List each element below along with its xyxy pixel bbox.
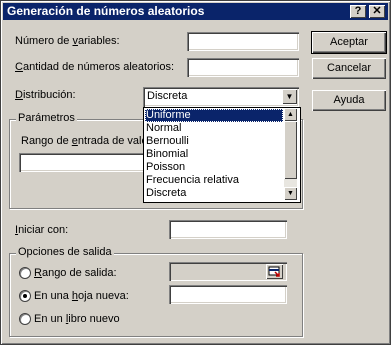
cancel-button[interactable]: Cancelar bbox=[312, 58, 386, 79]
option-poisson[interactable]: Poisson bbox=[145, 161, 185, 174]
scroll-thumb[interactable] bbox=[284, 121, 297, 179]
salida-legend: Opciones de salida bbox=[16, 246, 114, 258]
help-action-button[interactable]: Ayuda bbox=[312, 90, 386, 111]
rango-salida-label: Rango de salida: bbox=[34, 267, 117, 279]
cantidad-input[interactable] bbox=[187, 58, 299, 77]
libro-nuevo-radio[interactable] bbox=[19, 313, 31, 325]
option-discreta[interactable]: Discreta bbox=[145, 187, 186, 200]
num-variables-input[interactable] bbox=[187, 32, 299, 51]
iniciar-input[interactable] bbox=[169, 220, 287, 239]
title-bar[interactable]: Generación de números aleatorios ? ✕ bbox=[3, 3, 388, 20]
help-button[interactable]: ? bbox=[350, 5, 366, 18]
distribucion-label: Distribución: bbox=[15, 89, 76, 101]
radio-selected-dot bbox=[23, 294, 27, 298]
rango-entrada-label: Rango de entrada de valo bbox=[21, 135, 148, 147]
parametros-legend: Parámetros bbox=[16, 112, 77, 124]
rango-entrada-input[interactable] bbox=[19, 153, 145, 172]
accept-button[interactable]: Aceptar bbox=[311, 31, 387, 54]
option-bernoulli[interactable]: Bernoulli bbox=[145, 135, 189, 148]
option-uniforme[interactable]: Uniforme bbox=[145, 109, 283, 122]
dialog-title: Generación de números aleatorios bbox=[7, 4, 205, 18]
chevron-down-icon[interactable]: ▼ bbox=[282, 89, 297, 104]
rango-salida-radio[interactable] bbox=[19, 267, 31, 279]
distribucion-listbox[interactable]: Uniforme Normal Bernoulli Binomial Poiss… bbox=[143, 107, 301, 203]
libro-nuevo-label: En un libro nuevo bbox=[34, 313, 120, 325]
cantidad-label: Cantidad de números aleatorios: bbox=[15, 61, 174, 73]
rango-salida-input[interactable] bbox=[169, 262, 287, 281]
hoja-nueva-input[interactable] bbox=[169, 285, 287, 304]
random-number-dialog: Generación de números aleatorios ? ✕ Núm… bbox=[0, 0, 391, 345]
num-variables-label: Número de variables: bbox=[15, 35, 120, 47]
hoja-nueva-radio[interactable] bbox=[19, 290, 31, 302]
scroll-up-icon[interactable]: ▲ bbox=[284, 108, 297, 121]
option-binomial[interactable]: Binomial bbox=[145, 148, 188, 161]
iniciar-label: Iniciar con: bbox=[15, 224, 69, 236]
hoja-nueva-label: En una hoja nueva: bbox=[34, 290, 129, 302]
distribucion-value: Discreta bbox=[147, 90, 188, 102]
option-normal[interactable]: Normal bbox=[145, 122, 181, 135]
list-scrollbar[interactable]: ▲ ▼ bbox=[284, 108, 297, 200]
collapse-dialog-icon[interactable] bbox=[266, 264, 283, 279]
close-button[interactable]: ✕ bbox=[369, 5, 385, 18]
option-frecuencia-relativa[interactable]: Frecuencia relativa bbox=[145, 174, 239, 187]
distribucion-combo[interactable]: Discreta ▼ bbox=[143, 87, 299, 107]
scroll-down-icon[interactable]: ▼ bbox=[284, 187, 297, 200]
